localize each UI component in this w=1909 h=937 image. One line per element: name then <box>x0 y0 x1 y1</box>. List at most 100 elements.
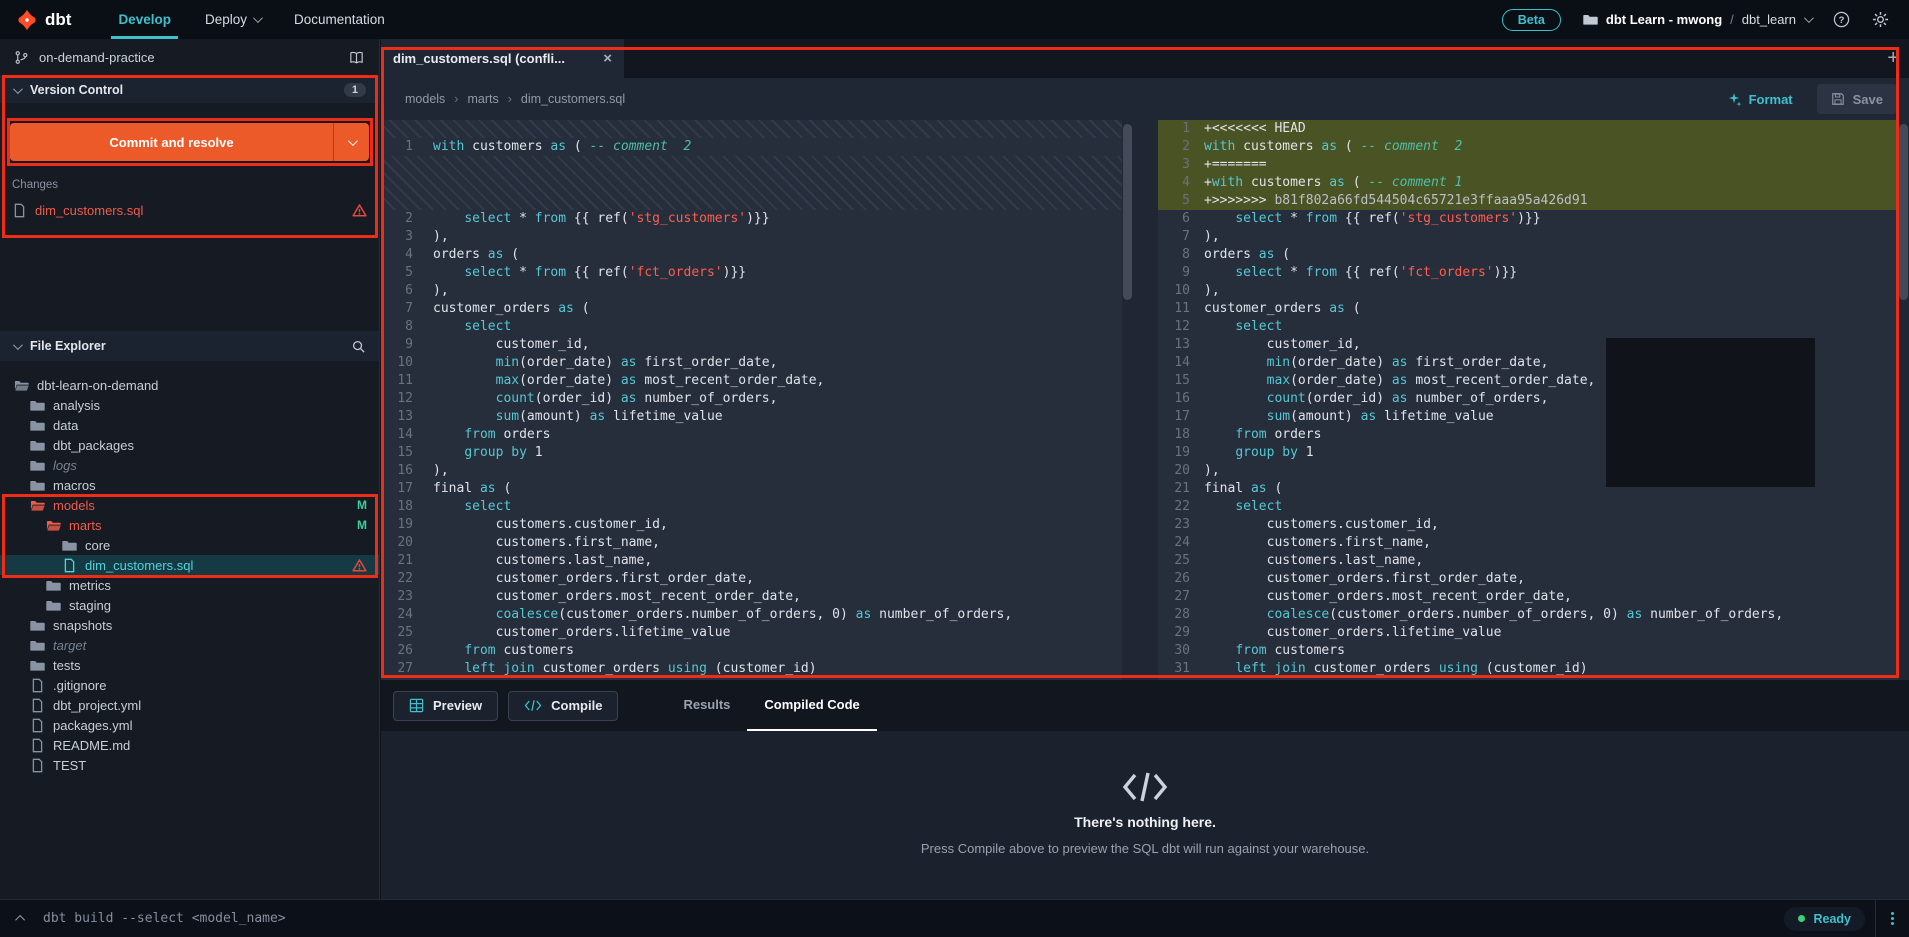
tree-item-core[interactable]: core <box>0 535 379 555</box>
tree-item-dim-customers-sql[interactable]: dim_customers.sql <box>0 555 379 575</box>
code-line-24[interactable]: 24 coalesce(customer_orders.number_of_or… <box>381 606 1122 624</box>
tree-item-models[interactable]: models M <box>0 495 379 515</box>
commit-and-resolve-button[interactable]: Commit and resolve <box>10 123 369 161</box>
save-button[interactable]: Save <box>1816 84 1897 114</box>
chevron-up-icon[interactable] <box>15 914 26 925</box>
code-line-14[interactable]: 14 from orders <box>381 426 1122 444</box>
format-button[interactable]: Format <box>1727 92 1793 107</box>
tree-item-snapshots[interactable]: snapshots <box>0 615 379 635</box>
code-line-29[interactable]: 29 customer_orders.lifetime_value <box>1158 624 1898 642</box>
tree-item-dbt-learn-on-demand[interactable]: dbt-learn-on-demand <box>0 375 379 395</box>
code-line-26[interactable]: 26 from customers <box>381 642 1122 660</box>
code-line-30[interactable]: 30 from customers <box>1158 642 1898 660</box>
nav-item-develop[interactable]: Develop <box>101 0 188 39</box>
code-line-13[interactable]: 13 sum(amount) as lifetime_value <box>381 408 1122 426</box>
code-line-2[interactable]: 2 with customers as ( -- comment 2 <box>1158 138 1898 156</box>
code-line-8[interactable]: 8 select <box>381 318 1122 336</box>
dbt-logo[interactable]: dbt <box>16 9 71 31</box>
tree-item-staging[interactable]: staging <box>0 595 379 615</box>
left-scrollbar-thumb[interactable] <box>1123 124 1132 300</box>
code-line-3[interactable]: 3), <box>381 228 1122 246</box>
merge-editor[interactable]: 1 with customers as ( -- comment 2 2 selec… <box>381 120 1909 680</box>
code-line-9[interactable]: 9 customer_id, <box>381 336 1122 354</box>
tree-item-analysis[interactable]: analysis <box>0 395 379 415</box>
command-bar-menu[interactable] <box>1875 900 1909 937</box>
code-line-15[interactable]: 15 group by 1 <box>381 444 1122 462</box>
merge-pane-current[interactable]: 1 with customers as ( -- comment 2 2 selec… <box>381 120 1122 680</box>
tree-item-marts[interactable]: marts M <box>0 515 379 535</box>
changed-file-dim-customers-sql[interactable]: dim_customers.sql <box>0 199 379 221</box>
code-line-24[interactable]: 24 customers.first_name, <box>1158 534 1898 552</box>
breadcrumb-item-models[interactable]: models <box>405 92 445 106</box>
tree-item-target[interactable]: target <box>0 635 379 655</box>
code-line-22[interactable]: 22 customer_orders.first_order_date, <box>381 570 1122 588</box>
tree-item-data[interactable]: data <box>0 415 379 435</box>
code-line-20[interactable]: 20 customers.first_name, <box>381 534 1122 552</box>
code-line-11[interactable]: 11 max(order_date) as most_recent_order_… <box>381 372 1122 390</box>
code-line-6[interactable]: 6 select * from {{ ref('stg_customers')}… <box>1158 210 1898 228</box>
add-tab-icon[interactable]: + <box>1887 39 1899 78</box>
preview-button[interactable]: Preview <box>393 690 499 721</box>
code-line-5[interactable]: 5 +>>>>>>> b81f802a66fd544504c65721e3ffaa… <box>1158 192 1898 210</box>
beta-badge[interactable]: Beta <box>1501 8 1561 31</box>
code-line-1[interactable]: 1 with customers as ( -- comment 2 <box>381 138 1122 156</box>
code-line-11[interactable]: 11 customer_orders as ( <box>1158 300 1898 318</box>
code-line-23[interactable]: 23 customer_orders.most_recent_order_dat… <box>381 588 1122 606</box>
code-line-27[interactable]: 27 customer_orders.most_recent_order_dat… <box>1158 588 1898 606</box>
docs-book-icon[interactable] <box>348 51 365 65</box>
help-icon[interactable]: ? <box>1833 11 1850 28</box>
code-line-31[interactable]: 31 left join customer_orders using (cust… <box>1158 660 1898 678</box>
code-line-8[interactable]: 8 orders as ( <box>1158 246 1898 264</box>
tree-item-metrics[interactable]: metrics <box>0 575 379 595</box>
compile-button[interactable]: Compile <box>508 690 619 721</box>
tree-item-dbt-project-yml[interactable]: dbt_project.yml <box>0 695 379 715</box>
code-line-12[interactable]: 12 select <box>1158 318 1898 336</box>
code-line-6[interactable]: 6), <box>381 282 1122 300</box>
account-selector[interactable]: dbt Learn - mwong / dbt_learn <box>1583 12 1814 27</box>
tree-item-gitignore[interactable]: .gitignore <box>0 675 379 695</box>
code-line-22[interactable]: 22 select <box>1158 498 1898 516</box>
right-scrollbar-track[interactable] <box>1898 120 1909 680</box>
branch-selector[interactable]: on-demand-practice <box>0 39 379 77</box>
code-line-9[interactable]: 9 select * from {{ ref('fct_orders')}} <box>1158 264 1898 282</box>
tree-item-readme-md[interactable]: README.md <box>0 735 379 755</box>
code-line-2[interactable]: 2 select * from {{ ref('stg_customers')}… <box>381 210 1122 228</box>
nav-item-deploy[interactable]: Deploy <box>188 0 277 39</box>
merge-pane-incoming[interactable]: 1 +<<<<<<< HEAD 2 with customers as ( -- co… <box>1158 120 1898 680</box>
tree-item-test[interactable]: TEST <box>0 755 379 775</box>
tree-item-macros[interactable]: macros <box>0 475 379 495</box>
tree-item-tests[interactable]: tests <box>0 655 379 675</box>
panel-tab-compiled-code[interactable]: Compiled Code <box>747 680 877 731</box>
code-line-10[interactable]: 10 min(order_date) as first_order_date, <box>381 354 1122 372</box>
code-line-7[interactable]: 7 customer_orders as ( <box>381 300 1122 318</box>
code-line-4[interactable]: 4 +with customers as ( -- comment 1 <box>1158 174 1898 192</box>
code-line-26[interactable]: 26 customer_orders.first_order_date, <box>1158 570 1898 588</box>
commit-options-chevron[interactable] <box>333 123 369 161</box>
code-line-5[interactable]: 5 select * from {{ ref('fct_orders')}} <box>381 264 1122 282</box>
breadcrumb-item-dim-customers-sql[interactable]: dim_customers.sql <box>521 92 625 106</box>
code-line-23[interactable]: 23 customers.customer_id, <box>1158 516 1898 534</box>
code-line-17[interactable]: 17 final as ( <box>381 480 1122 498</box>
code-line-16[interactable]: 16), <box>381 462 1122 480</box>
gear-icon[interactable] <box>1872 11 1889 28</box>
tree-item-dbt-packages[interactable]: dbt_packages <box>0 435 379 455</box>
tree-item-packages-yml[interactable]: packages.yml <box>0 715 379 735</box>
right-scrollbar-thumb[interactable] <box>1899 124 1908 300</box>
code-line-28[interactable]: 28 coalesce(customer_orders.number_of_or… <box>1158 606 1898 624</box>
code-line-4[interactable]: 4 orders as ( <box>381 246 1122 264</box>
version-control-header[interactable]: Version Control 1 <box>0 77 379 103</box>
tree-item-logs[interactable]: logs <box>0 455 379 475</box>
search-icon[interactable] <box>351 339 366 354</box>
close-icon[interactable]: × <box>603 50 612 67</box>
code-line-3[interactable]: 3 +======= <box>1158 156 1898 174</box>
code-line-27[interactable]: 27 left join customer_orders using (cust… <box>381 660 1122 678</box>
code-line-19[interactable]: 19 customers.customer_id, <box>381 516 1122 534</box>
code-line-25[interactable]: 25 customers.last_name, <box>1158 552 1898 570</box>
breadcrumb-item-marts[interactable]: marts <box>467 92 498 106</box>
code-line-10[interactable]: 10), <box>1158 282 1898 300</box>
nav-item-documentation[interactable]: Documentation <box>277 0 402 39</box>
code-line-1[interactable]: 1 +<<<<<<< HEAD <box>1158 120 1898 138</box>
command-input[interactable]: dbt build --select <model_name> <box>43 911 1784 926</box>
code-line-21[interactable]: 21 customers.last_name, <box>381 552 1122 570</box>
code-line-25[interactable]: 25 customer_orders.lifetime_value <box>381 624 1122 642</box>
